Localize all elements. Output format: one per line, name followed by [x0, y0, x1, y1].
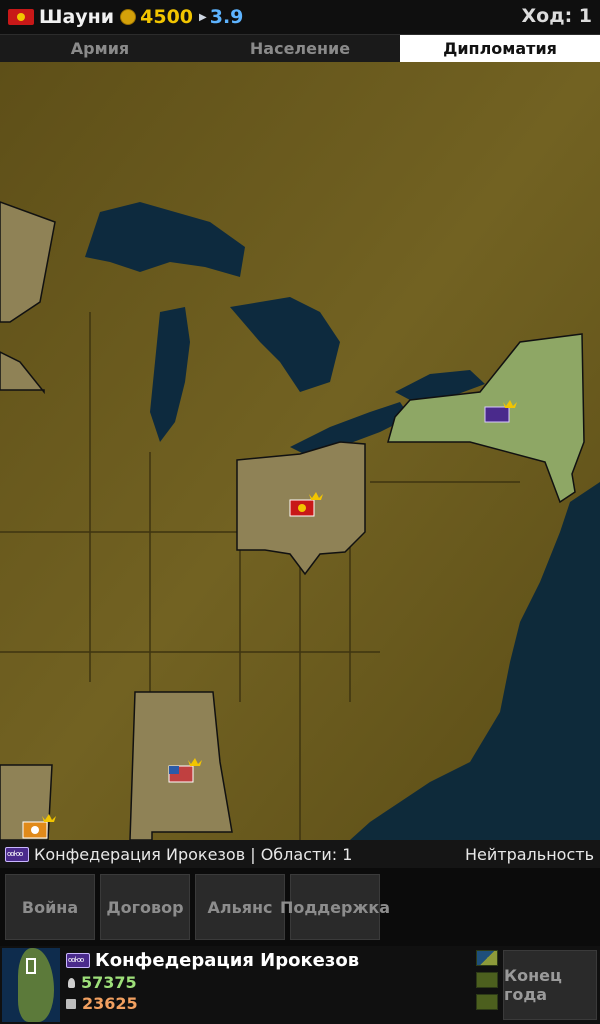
eye-icon[interactable]: [476, 994, 498, 1010]
arrow-icon: ▶: [199, 11, 207, 23]
tab-army[interactable]: Армия: [0, 35, 200, 63]
selected-nation-strip: Конфедерация Ирокезов | Области: 1 Нейтр…: [0, 840, 600, 868]
relation-status: Нейтральность: [464, 844, 594, 864]
game-map[interactable]: [0, 62, 600, 840]
nation-summary: Конфедерация Ирокезов 57375 23625: [66, 950, 359, 1013]
population-value: 57375: [81, 973, 137, 992]
war-button[interactable]: Война: [5, 874, 95, 940]
map-canvas[interactable]: [0, 62, 600, 840]
gold-amount: 4500: [140, 6, 194, 28]
minimap-viewport[interactable]: [26, 958, 36, 974]
player-country-name: Шауни: [39, 6, 115, 28]
end-turn-button[interactable]: Конец года: [503, 950, 597, 1020]
selected-nation-info: Конфедерация Ирокезов | Области: 1: [34, 844, 353, 864]
diplomacy-actions: Война Договор Альянс Поддержка: [0, 868, 600, 946]
minimap-land: [18, 948, 54, 1022]
alliance-button[interactable]: Альянс: [195, 874, 285, 940]
shawnee-flag-icon: [8, 9, 34, 25]
map-mode-icon[interactable]: [476, 950, 498, 966]
iroquois-flag-icon: [66, 953, 90, 968]
top-bar: Шауни 4500 ▶ 3.9 Ход: 1: [0, 0, 600, 34]
minimap[interactable]: [2, 948, 60, 1022]
population-icon: [68, 977, 75, 988]
iroquois-flag-icon: [5, 846, 29, 862]
army-mode-icon[interactable]: [476, 972, 498, 988]
map-mode-icons: [476, 950, 500, 1016]
treaty-button[interactable]: Договор: [100, 874, 190, 940]
gold-income: 3.9: [209, 6, 244, 28]
bottom-bar: Конфедерация Ирокезов 57375 23625 Конец …: [0, 946, 600, 1024]
summary-nation-name: Конфедерация Ирокезов: [95, 950, 360, 971]
tab-diplomacy[interactable]: Дипломатия: [400, 35, 600, 63]
soldier-icon: [66, 998, 76, 1009]
support-button[interactable]: Поддержка: [280, 874, 390, 940]
coin-icon: [120, 9, 137, 25]
tab-bar: Армия Население Дипломатия: [0, 34, 600, 63]
turn-counter: Ход: 1: [521, 5, 592, 27]
tab-population[interactable]: Население: [200, 35, 400, 63]
soldiers-value: 23625: [82, 994, 138, 1013]
